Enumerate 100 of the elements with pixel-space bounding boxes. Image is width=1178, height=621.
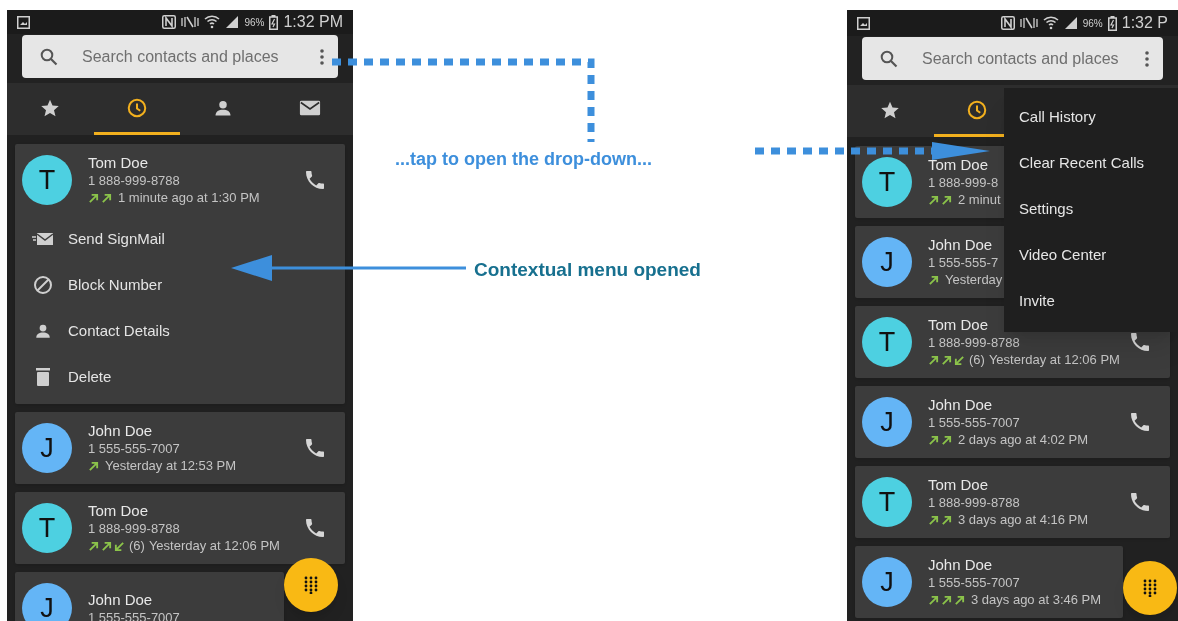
search-bar[interactable]: Search contacts and places [862, 37, 1163, 80]
wifi-icon [204, 15, 221, 29]
phone-icon[interactable] [1128, 330, 1152, 354]
phone-icon[interactable] [1128, 410, 1152, 434]
phone-number: 1 888-999-8788 [928, 494, 1020, 511]
phone-icon[interactable] [303, 168, 327, 192]
call-card[interactable]: T Tom Doe 1 888-999-8788 (6) Yesterday at 12:06 PM [15, 492, 345, 564]
phone-number: 1 555-555-7007 [88, 440, 180, 457]
call-time: 3 days ago at 4:16 PM [958, 511, 1089, 530]
search-icon [40, 47, 58, 66]
nfc-icon [1000, 16, 1015, 30]
outgoing-call-icon [941, 514, 952, 526]
phone-icon[interactable] [303, 436, 327, 460]
menu-item[interactable]: Delete [68, 365, 112, 389]
incoming-call-icon [114, 540, 125, 552]
clock-icon [965, 98, 988, 121]
search-bar[interactable]: Search contacts and places [22, 35, 338, 78]
outgoing-call-icon [954, 594, 965, 606]
menu-item[interactable]: Settings [1019, 197, 1074, 221]
outgoing-call-icon [941, 194, 952, 206]
menu-item[interactable]: Call History [1019, 105, 1096, 129]
menu-item[interactable]: Block Number [68, 273, 163, 297]
dialpad-icon [304, 576, 318, 594]
block-icon [32, 275, 53, 295]
call-time: 2 days ago at 4:02 PM [958, 431, 1089, 450]
contact-avatar: T [22, 155, 72, 205]
menu-item[interactable]: Contact Details [68, 319, 170, 343]
phone-number: 1 888-999-8788 [88, 520, 180, 537]
call-count: (6) [129, 537, 145, 556]
call-time: Yesterday at 12:53 PM [105, 457, 237, 476]
phone-number: 1 888-999-8788 [88, 172, 180, 189]
mute-icon [1019, 16, 1038, 30]
outgoing-call-icon [928, 514, 939, 526]
outgoing-call-icon [88, 540, 99, 552]
person-icon [33, 322, 52, 340]
clock-icon [125, 96, 148, 119]
signal-icon [225, 15, 240, 29]
outgoing-call-icon [101, 192, 112, 204]
call-card[interactable]: J John Doe 1 555-555-7007 2 days ago at 4:02 PM [855, 386, 1170, 458]
contact-avatar: T [862, 157, 912, 207]
wifi-icon [1042, 16, 1059, 30]
contact-name: Tom Doe [88, 153, 149, 172]
contact-avatar: J [862, 557, 912, 607]
outgoing-call-icon [101, 540, 112, 552]
dialpad-icon [1143, 579, 1157, 597]
search-field[interactable]: Search contacts and places [82, 44, 320, 69]
phone-number: 1 555-555-7 [928, 254, 999, 271]
nfc-icon [162, 15, 177, 29]
call-card[interactable]: J John Doe 1 555-555-7007 3 days ago at 3:46 PM [855, 546, 1123, 618]
menu-item[interactable]: Clear Recent Calls [1019, 151, 1145, 175]
call-time: Yesterday at 12:06 PM [988, 351, 1120, 370]
contact-avatar: J [862, 397, 912, 447]
contact-avatar: T [862, 317, 912, 367]
battery-icon [1107, 15, 1117, 31]
contact-avatar: T [862, 477, 912, 527]
search-icon [880, 49, 898, 68]
call-card[interactable]: T Tom Doe 1 888-999-8788 1 minute ago at 1:30 PM Send SignMail Block Number Contact Details Delete [15, 144, 345, 404]
phone-icon[interactable] [303, 516, 327, 540]
trash-icon [34, 367, 51, 387]
contact-name: Tom Doe [928, 155, 989, 174]
contact-avatar: J [22, 583, 72, 621]
outgoing-call-icon [88, 192, 99, 204]
annotation-text: Contextual menu opened [474, 258, 701, 282]
outgoing-call-icon [928, 274, 939, 286]
outgoing-call-icon [928, 594, 939, 606]
more-icon[interactable] [320, 47, 324, 66]
phone-icon[interactable] [1128, 490, 1152, 514]
contact-avatar: J [862, 237, 912, 287]
contact-avatar: T [22, 503, 72, 553]
call-time: 2 minut [958, 191, 1001, 210]
annotation-text: ...tap to open the drop-down... [395, 148, 652, 171]
call-card[interactable]: T Tom Doe 1 888-999-8788 3 days ago at 4:16 PM [855, 466, 1170, 538]
search-field[interactable]: Search contacts and places [922, 46, 1145, 71]
image-icon [857, 16, 870, 30]
outgoing-call-icon [928, 194, 939, 206]
contact-name: John Doe [928, 395, 993, 414]
mute-icon [181, 15, 200, 29]
contact-name: Tom Doe [928, 315, 989, 334]
contact-name: Tom Doe [928, 475, 989, 494]
contact-name: John Doe [928, 235, 993, 254]
battery-icon [269, 14, 279, 30]
contact-name: John Doe [88, 421, 153, 440]
menu-item[interactable]: Send SignMail [68, 227, 165, 251]
call-time: 3 days ago at 3:46 PM [971, 591, 1102, 610]
battery-percent: 96% [244, 15, 265, 30]
phone-number: 1 888-999-8 [928, 174, 999, 191]
contact-name: John Doe [88, 590, 153, 609]
outgoing-call-icon [928, 434, 939, 446]
signal-icon [1063, 16, 1078, 30]
incoming-call-icon [954, 354, 965, 366]
more-icon[interactable] [1145, 49, 1149, 68]
contact-avatar: J [22, 423, 72, 473]
outgoing-call-icon [941, 354, 952, 366]
envelope-icon [31, 232, 54, 246]
image-icon [17, 15, 30, 29]
phone-number: 1 555-555-7007 [928, 414, 1020, 431]
outgoing-call-icon [88, 460, 99, 472]
phone-number: 1 555-555-7007 [928, 574, 1020, 591]
call-card[interactable]: J John Doe 1 555-555-7007 Yesterday at 12:53 PM [15, 412, 345, 484]
menu-item[interactable]: Video Center [1019, 243, 1107, 267]
